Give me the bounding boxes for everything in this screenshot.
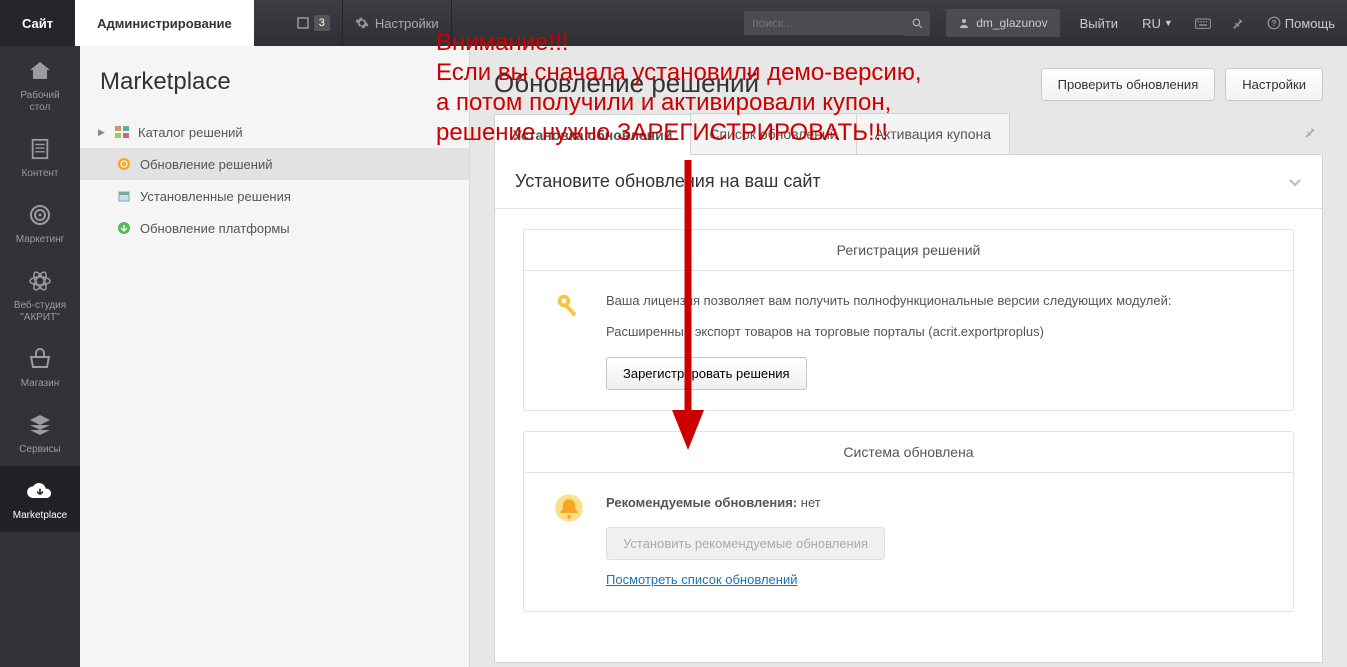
search-box	[744, 0, 938, 46]
keyboard-icon	[1195, 16, 1211, 30]
pin-icon	[1303, 125, 1317, 139]
notifications-button[interactable]: 3	[284, 0, 343, 46]
home-icon	[25, 58, 55, 84]
language-selector[interactable]: RU ▼	[1130, 0, 1185, 46]
platform-update-icon	[116, 220, 132, 236]
svg-text:?: ?	[1271, 19, 1276, 28]
side-panel: Marketplace ▶ Каталог решений Обновление…	[80, 46, 470, 667]
tree-catalog[interactable]: ▶ Каталог решений	[80, 116, 469, 148]
pin-button[interactable]	[1303, 125, 1317, 139]
tab-install-updates[interactable]: Установка обновлений	[494, 114, 691, 155]
panel-title: Marketplace	[80, 46, 469, 116]
license-text: Ваша лицензия позволяет вам получить пол…	[606, 291, 1172, 312]
module-name: Расширенный экспорт товаров на торговые …	[606, 322, 1172, 343]
register-solutions-button[interactable]: Зарегистрировать решения	[606, 357, 807, 390]
package-icon	[116, 188, 132, 204]
tab-site[interactable]: Сайт	[0, 0, 75, 46]
check-updates-button[interactable]: Проверить обновления	[1041, 68, 1216, 101]
notification-icon	[296, 16, 310, 30]
registration-card-title: Регистрация решений	[524, 230, 1293, 271]
tree-updates[interactable]: Обновление решений	[80, 148, 469, 180]
target-icon	[25, 202, 55, 228]
tree-platform[interactable]: Обновление платформы	[80, 212, 469, 244]
layers-icon	[25, 412, 55, 438]
logout-link[interactable]: Выйти	[1068, 0, 1131, 46]
system-updated-title: Система обновлена	[524, 432, 1293, 473]
basket-icon	[25, 346, 55, 372]
grid-icon	[114, 124, 130, 140]
recommended-updates: Рекомендуемые обновления: нет	[606, 493, 885, 514]
keyboard-button[interactable]	[1185, 0, 1221, 46]
system-updated-card: Система обновлена Рекомендуемые обновлен…	[523, 431, 1294, 613]
main-content: Обновление решений Проверить обновления …	[470, 46, 1347, 667]
left-rail: Рабочий стол Контент Маркетинг Веб-студи…	[0, 46, 80, 667]
registration-card: Регистрация решений Ваша лицензия позвол…	[523, 229, 1294, 411]
page-title: Обновление решений	[494, 68, 1041, 99]
chevron-down-icon: ▼	[1164, 18, 1173, 28]
help-link[interactable]: ? Помощь	[1255, 0, 1347, 46]
help-icon: ?	[1267, 16, 1281, 30]
tree-installed[interactable]: Установленные решения	[80, 180, 469, 212]
expand-icon: ▶	[98, 127, 108, 138]
view-updates-link[interactable]: Посмотреть список обновлений	[606, 570, 797, 591]
collapse-icon[interactable]	[1288, 177, 1302, 187]
topbar: Сайт Администрирование 3 Настройки dm_gl…	[0, 0, 1347, 46]
tab-updates-list[interactable]: Список обновлений	[690, 113, 856, 154]
rail-content[interactable]: Контент	[0, 124, 80, 190]
gear-icon	[355, 16, 369, 30]
tabs: Установка обновлений Список обновлений А…	[494, 113, 1323, 155]
rail-services[interactable]: Сервисы	[0, 400, 80, 466]
pin-icon	[1231, 16, 1245, 30]
install-recommended-button: Установить рекомендуемые обновления	[606, 527, 885, 560]
tab-admin[interactable]: Администрирование	[75, 0, 254, 46]
search-button[interactable]	[904, 11, 930, 36]
notification-count: 3	[314, 15, 330, 31]
settings-button[interactable]: Настройки	[1225, 68, 1323, 101]
atom-icon	[25, 268, 55, 294]
search-input[interactable]	[744, 11, 904, 35]
user-menu[interactable]: dm_glazunov	[946, 9, 1059, 37]
tab-coupon-activation[interactable]: Активация купона	[856, 113, 1010, 154]
pin-top-button[interactable]	[1221, 0, 1255, 46]
rail-marketing[interactable]: Маркетинг	[0, 190, 80, 256]
refresh-circle-icon	[116, 156, 132, 172]
settings-menu[interactable]: Настройки	[343, 0, 452, 46]
rail-desktop[interactable]: Рабочий стол	[0, 46, 80, 124]
content-icon	[25, 136, 55, 162]
rail-marketplace[interactable]: Marketplace	[0, 466, 80, 532]
search-icon	[911, 17, 924, 30]
rail-webstudio[interactable]: Веб-студия "АКРИТ"	[0, 256, 80, 334]
bell-icon	[554, 493, 590, 592]
cloud-download-icon	[25, 478, 55, 504]
rail-shop[interactable]: Магазин	[0, 334, 80, 400]
section-heading: Установите обновления на ваш сайт	[495, 155, 1322, 209]
panel-box: Установите обновления на ваш сайт Регист…	[494, 155, 1323, 663]
user-icon	[958, 17, 970, 29]
key-icon	[554, 291, 590, 390]
